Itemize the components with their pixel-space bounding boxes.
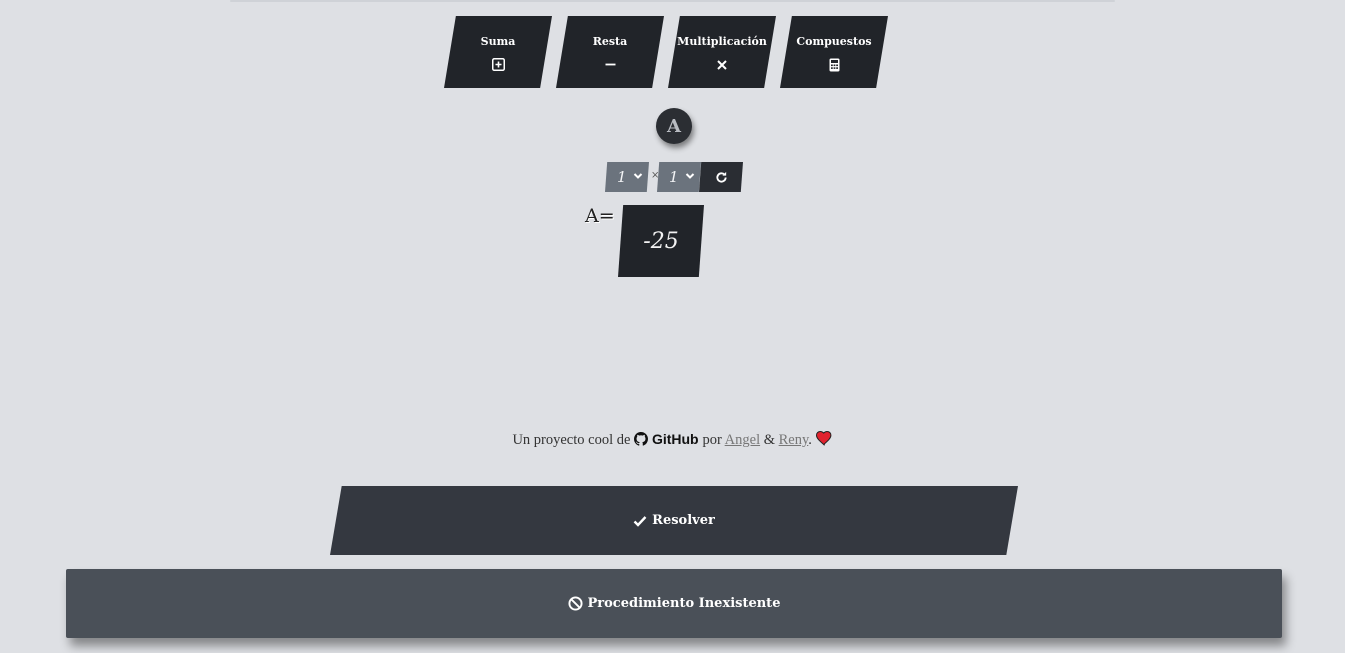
refresh-icon <box>715 171 727 183</box>
top-divider <box>230 0 1115 2</box>
cols-value: 1 <box>669 168 679 186</box>
credits: Un proyecto cool de GitHub por Angel & R… <box>0 430 1345 449</box>
tab-label: Suma <box>480 34 516 48</box>
page: Suma Resta Multiplicación Compuestos A 1… <box>0 0 1345 653</box>
operation-tabs: Suma Resta Multiplicación Compuestos <box>444 16 900 88</box>
heart-icon <box>815 430 831 446</box>
github-label: GitHub <box>651 431 699 447</box>
solve-label: Resolver <box>652 513 715 528</box>
matrix-cell[interactable]: -25 <box>618 205 704 277</box>
check-icon <box>633 515 647 527</box>
refresh-button[interactable] <box>699 162 743 192</box>
tab-suma[interactable]: Suma <box>444 16 552 88</box>
tab-label: Compuestos <box>796 34 872 48</box>
matrix-cell-value: -25 <box>643 228 679 254</box>
author-reny-link[interactable]: Reny <box>779 432 809 448</box>
chevron-down-icon <box>685 173 695 179</box>
minus-icon <box>603 58 617 72</box>
matrix-name-badge[interactable]: A <box>656 108 692 144</box>
chevron-down-icon <box>633 173 643 179</box>
rows-select[interactable]: 1 <box>605 162 649 192</box>
credits-prefix: Un proyecto cool de <box>512 432 631 448</box>
tab-label: Multiplicación <box>677 34 767 48</box>
tab-compuestos[interactable]: Compuestos <box>780 16 888 88</box>
matrix-label: A= <box>585 205 615 227</box>
rows-value: 1 <box>617 168 627 186</box>
credits-amp: & <box>763 432 775 448</box>
dimension-selectors: 1 × 1 <box>605 162 745 192</box>
tab-resta[interactable]: Resta <box>556 16 664 88</box>
ban-icon <box>567 596 583 611</box>
procedure-label: Procedimiento Inexistente <box>587 596 781 611</box>
tab-multiplicacion[interactable]: Multiplicación <box>668 16 776 88</box>
github-link[interactable]: GitHub <box>634 431 702 447</box>
cols-select[interactable]: 1 <box>657 162 701 192</box>
procedure-button[interactable]: Procedimiento Inexistente <box>66 569 1282 638</box>
tab-label: Resta <box>592 34 628 48</box>
solve-button[interactable]: Resolver <box>330 486 1018 555</box>
credits-period: . <box>808 432 812 448</box>
times-icon <box>715 58 729 72</box>
author-angel-link[interactable]: Angel <box>725 432 760 448</box>
badge-letter: A <box>667 115 681 137</box>
plus-square-icon <box>491 58 505 72</box>
calculator-icon <box>827 58 841 72</box>
credits-por: por <box>702 432 722 448</box>
github-icon <box>634 432 649 446</box>
